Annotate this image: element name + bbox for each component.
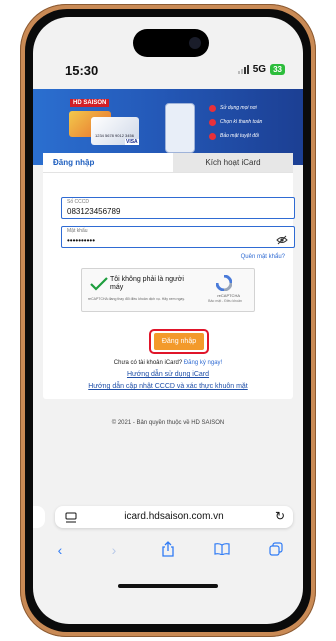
login-tabs: Đăng nhập Kích hoạt iCard [43,153,293,173]
id-number-value: 083123456789 [67,207,121,216]
checkmark-icon[interactable] [90,277,108,296]
status-time: 15:30 [65,63,99,78]
dynamic-island [133,29,209,57]
network-type: 5G [252,64,267,75]
tabs-icon[interactable] [261,541,291,559]
browser-toolbar: ‹ › [33,537,303,563]
password-field[interactable]: Mật khẩu •••••••••• [61,226,295,248]
password-label: Mật khẩu [67,228,88,234]
banner-feature: Chọn kì thanh toán [209,115,262,129]
phone-illustration [165,103,195,153]
share-icon[interactable] [153,540,183,560]
previous-tab-edge[interactable] [33,506,45,528]
bullet-icon [209,104,216,112]
tab-activate-icard[interactable]: Kích hoạt iCard [173,153,293,172]
bullet-icon [209,132,216,140]
battery-icon: 33 [270,64,285,75]
visa-logo: VISA [125,139,139,145]
signup-link[interactable]: Đăng ký ngay! [184,360,222,366]
copyright: © 2021 - Bản quyền thuộc về HD SAISON [111,420,225,426]
address-bar[interactable]: icard.hdsaison.com.vn ↻ [55,506,293,528]
banner-feature: Bảo mật tuyệt đối [209,129,262,143]
guide-icard-link[interactable]: Hướng dẫn sử dụng iCard [43,371,293,378]
signup-prompt: Chưa có tài khoản iCard? Đăng ký ngay! [43,360,293,366]
camera-icon [189,37,201,49]
forward-icon[interactable]: › [99,542,129,558]
url-text: icard.hdsaison.com.vn [124,511,224,522]
back-icon[interactable]: ‹ [45,542,75,558]
home-indicator[interactable] [118,584,218,588]
banner-feature-list: Sử dụng mọi nơi Chọn kì thanh toán Bảo m… [209,101,262,143]
reload-icon[interactable]: ↻ [275,509,285,523]
hd-saison-logo: HD SAISON [70,99,110,107]
phone-screen: 15:30 5G 33 HD SAISON 1234 5678 9012 345… [33,17,303,624]
guide-update-link[interactable]: Hướng dẫn cập nhật CCCD và xác thực khuô… [43,383,293,390]
bookmarks-icon[interactable] [207,542,237,558]
login-button[interactable]: Đăng nhập [154,333,204,350]
recaptcha-notice: reCAPTCHA đang thay đổi điều khoản dịch … [88,297,185,301]
tab-login[interactable]: Đăng nhập [43,153,173,172]
signal-icon [237,65,249,74]
recaptcha-terms[interactable]: Bảo mật - Điều khoản [208,299,242,303]
login-card: Đăng nhập Kích hoạt iCard Số CCCD 083123… [43,153,295,399]
forgot-password-link[interactable]: Quên mật khẩu? [241,254,285,260]
status-indicators: 5G 33 [237,64,285,75]
card-number: 1234 5678 9012 3456 [95,133,134,138]
eye-off-icon[interactable] [276,232,288,250]
id-number-field[interactable]: Số CCCD 083123456789 [61,197,295,219]
recaptcha-label: Tôi không phải là người máy [110,276,184,291]
id-number-label: Số CCCD [67,199,89,205]
recaptcha-box[interactable]: Tôi không phải là người máy reCAPTCHA đa… [81,268,255,312]
bullet-icon [209,118,216,126]
password-value: •••••••••• [67,236,96,245]
banner-feature: Sử dụng mọi nơi [209,101,262,115]
no-account-text: Chưa có tài khoản iCard? [113,360,183,366]
recaptcha-brand: reCAPTCHA [217,293,240,298]
